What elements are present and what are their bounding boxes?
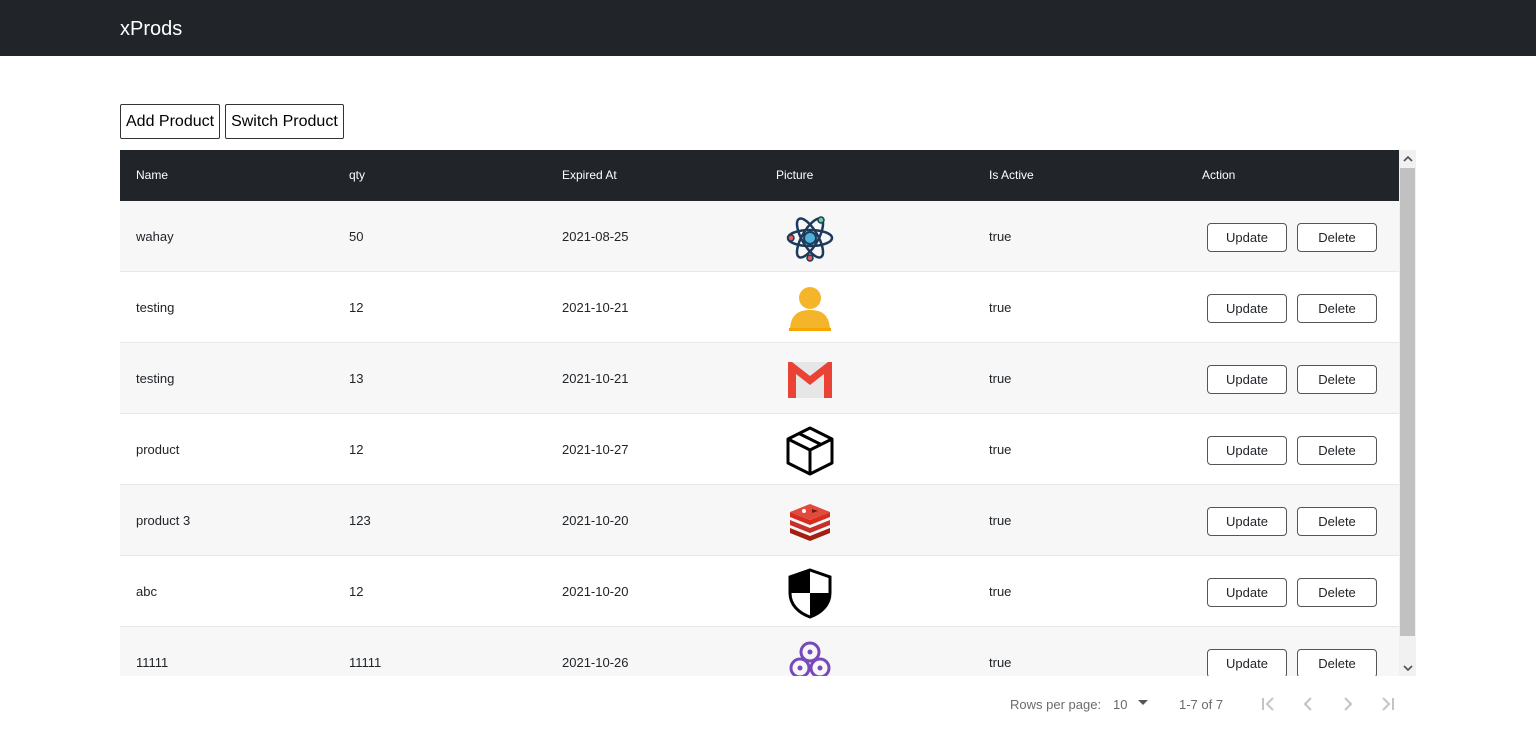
scroll-up-arrow-icon[interactable]	[1399, 150, 1416, 167]
delete-button[interactable]: Delete	[1297, 507, 1377, 536]
scrollbar-thumb[interactable]	[1400, 168, 1415, 636]
delete-button[interactable]: Delete	[1297, 223, 1377, 252]
user-icon	[784, 283, 836, 335]
cell-name: product 3	[136, 513, 191, 528]
update-button[interactable]: Update	[1207, 578, 1287, 607]
table-row: wahay 50 2021-08-25 true Update Delete	[120, 201, 1399, 272]
next-page-icon[interactable]	[1338, 694, 1358, 714]
cell-is-active: true	[989, 584, 1012, 599]
chevron-down-icon[interactable]	[1138, 700, 1148, 705]
scroll-down-arrow-icon[interactable]	[1399, 659, 1416, 676]
cell-expired-at: 2021-10-21	[562, 371, 629, 386]
column-header-picture: Picture	[776, 168, 814, 182]
cell-qty: 12	[349, 300, 364, 315]
column-header-action: Action	[1202, 168, 1236, 182]
cell-expired-at: 2021-10-21	[562, 300, 629, 315]
box-icon	[784, 425, 836, 477]
delete-button[interactable]: Delete	[1297, 578, 1377, 607]
cell-qty: 123	[349, 513, 371, 528]
cell-expired-at: 2021-10-27	[562, 442, 629, 457]
cell-name: testing	[136, 371, 175, 386]
delete-button[interactable]: Delete	[1297, 649, 1377, 676]
cell-is-active: true	[989, 229, 1012, 244]
update-button[interactable]: Update	[1207, 365, 1287, 394]
atom-icon	[784, 212, 836, 264]
table-row: testing 12 2021-10-21 true Update Delete	[120, 272, 1399, 343]
top-navbar: xProds	[0, 0, 1536, 56]
cell-is-active: true	[989, 300, 1012, 315]
cell-qty: 11111	[349, 655, 382, 670]
toolbar: Add Product Switch Product	[120, 104, 344, 139]
cell-is-active: true	[989, 655, 1012, 670]
column-header-is-active: Is Active	[989, 168, 1034, 182]
pagination: Rows per page: 10 1-7 of 7	[0, 686, 1416, 722]
column-header-expired-at: Expired At	[562, 168, 617, 182]
update-button[interactable]: Update	[1207, 223, 1287, 252]
cell-name: product	[136, 442, 180, 457]
switch-product-button[interactable]: Switch Product	[225, 104, 344, 139]
cell-qty: 50	[349, 229, 364, 244]
update-button[interactable]: Update	[1207, 294, 1287, 323]
cell-qty: 12	[349, 584, 364, 599]
cell-expired-at: 2021-08-25	[562, 229, 629, 244]
table-body: Name qty Expired At Picture Is Active Ac…	[120, 150, 1399, 676]
table-header: Name qty Expired At Picture Is Active Ac…	[120, 150, 1399, 201]
cell-expired-at: 2021-10-20	[562, 584, 629, 599]
delete-button[interactable]: Delete	[1297, 436, 1377, 465]
update-button[interactable]: Update	[1207, 649, 1287, 676]
products-table: Name qty Expired At Picture Is Active Ac…	[120, 150, 1416, 676]
update-button[interactable]: Update	[1207, 436, 1287, 465]
delete-button[interactable]: Delete	[1297, 365, 1377, 394]
shield-icon	[784, 567, 836, 619]
cell-is-active: true	[989, 513, 1012, 528]
delete-button[interactable]: Delete	[1297, 294, 1377, 323]
cell-qty: 13	[349, 371, 364, 386]
cell-qty: 12	[349, 442, 364, 457]
cell-expired-at: 2021-10-20	[562, 513, 629, 528]
add-product-button[interactable]: Add Product	[120, 104, 221, 139]
rows-per-page-label: Rows per page:	[1010, 697, 1102, 712]
cell-expired-at: 2021-10-26	[562, 655, 629, 670]
table-row: abc 12 2021-10-20 true Update Delete	[120, 556, 1399, 627]
table-row: 11111 11111 2021-10-26 true Update Delet…	[120, 627, 1399, 676]
table-row: product 3 123 2021-10-20 true Update Del…	[120, 485, 1399, 556]
cell-name: testing	[136, 300, 175, 315]
previous-page-icon[interactable]	[1298, 694, 1318, 714]
column-header-name: Name	[136, 168, 169, 182]
redis-icon	[784, 496, 836, 548]
cell-name: 11111	[136, 655, 169, 670]
table-row: testing 13 2021-10-21 true Update Delete	[120, 343, 1399, 414]
first-page-icon[interactable]	[1258, 694, 1278, 714]
update-button[interactable]: Update	[1207, 507, 1287, 536]
table-row: product 12 2021-10-27 true Update Delete	[120, 414, 1399, 485]
table-scrollbar[interactable]	[1399, 150, 1416, 676]
column-header-qty: qty	[349, 168, 366, 182]
redux-icon	[784, 638, 836, 676]
last-page-icon[interactable]	[1378, 694, 1398, 714]
cell-is-active: true	[989, 371, 1012, 386]
cell-name: abc	[136, 584, 157, 599]
brand-logo[interactable]: xProds	[120, 16, 182, 42]
gmail-icon	[784, 354, 836, 406]
cell-name: wahay	[136, 229, 174, 244]
pagination-range: 1-7 of 7	[1179, 697, 1224, 712]
cell-is-active: true	[989, 442, 1012, 457]
